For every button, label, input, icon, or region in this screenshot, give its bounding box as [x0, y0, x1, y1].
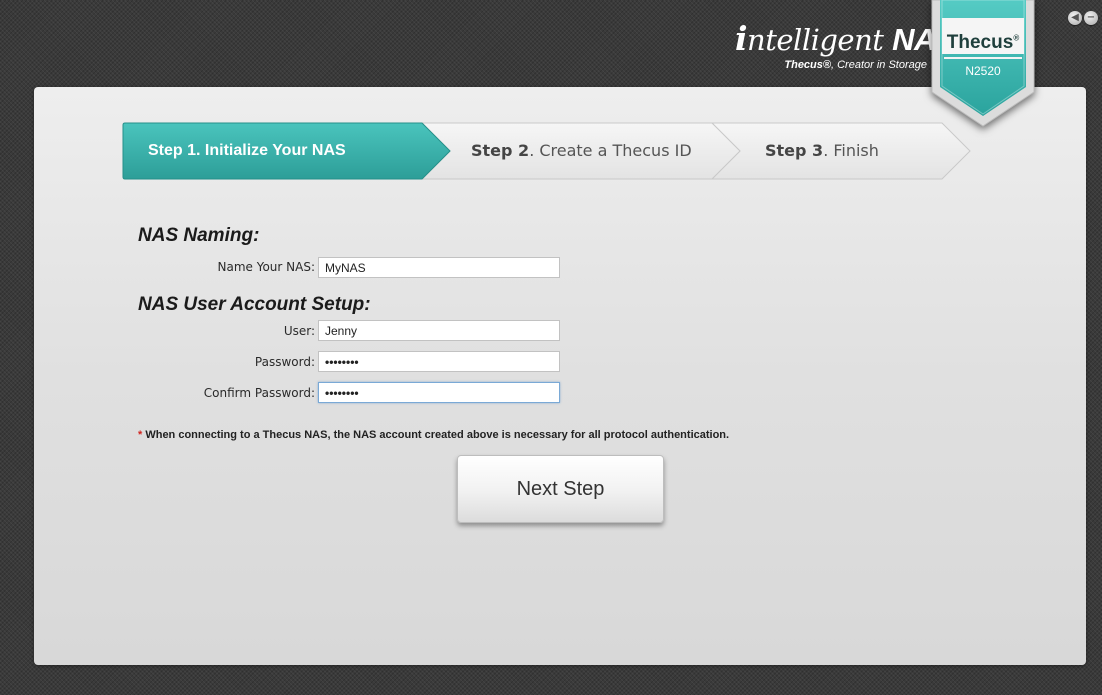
step-2-text: . Create a Thecus ID — [529, 141, 692, 160]
brand-i-mark: i — [735, 19, 748, 58]
brand-header: intelligent NAS Thecus®, Creator in Stor… — [735, 19, 957, 72]
badge-logo-text: Thecus — [946, 32, 1014, 53]
step-1-label: Step 1. Initialize Your NAS — [148, 122, 346, 180]
note-text: When connecting to a Thecus NAS, the NAS… — [142, 429, 730, 441]
nas-name-input[interactable] — [318, 257, 560, 278]
password-label: Password: — [254, 355, 315, 369]
confirm-password-input[interactable] — [318, 382, 560, 403]
nas-naming-title: NAS Naming: — [138, 225, 260, 246]
confirm-password-label: Confirm Password: — [203, 386, 315, 400]
authentication-note: * When connecting to a Thecus NAS, the N… — [138, 429, 729, 441]
brand-title: intelligent NAS — [735, 19, 957, 58]
minimize-icon[interactable]: − — [1084, 11, 1098, 25]
step-progress: Step 1. Initialize Your NAS Step 2. Crea… — [122, 122, 972, 180]
badge-divider — [944, 57, 1022, 59]
back-arrow-icon[interactable]: ◀ — [1068, 11, 1082, 25]
user-label: User: — [283, 324, 315, 338]
step-1-text: Step 1. Initialize Your NAS — [148, 142, 346, 159]
step-3-prefix: Step 3 — [765, 141, 824, 160]
step-3-text: . Finish — [823, 141, 879, 160]
badge-model: N2520 — [965, 64, 1001, 78]
step-2-label[interactable]: Step 2. Create a Thecus ID — [471, 122, 692, 180]
badge-logo-mark: ® — [1013, 33, 1020, 43]
user-account-title: NAS User Account Setup: — [138, 294, 371, 315]
brand-tagline-text: Thecus®, Creator in Storage — [735, 59, 927, 71]
step-3-label[interactable]: Step 3. Finish — [765, 122, 879, 180]
brand-word: ntelligent — [747, 23, 893, 57]
step-2-prefix: Step 2 — [471, 141, 530, 160]
tagline-brand: Thecus® — [784, 59, 831, 71]
next-step-button[interactable]: Next Step — [457, 455, 664, 523]
user-input[interactable] — [318, 320, 560, 341]
password-input[interactable] — [318, 351, 560, 372]
badge-logo: Thecus® — [942, 32, 1024, 54]
tagline-rest: , Creator in Storage — [831, 59, 927, 71]
name-nas-label: Name Your NAS: — [217, 260, 316, 274]
